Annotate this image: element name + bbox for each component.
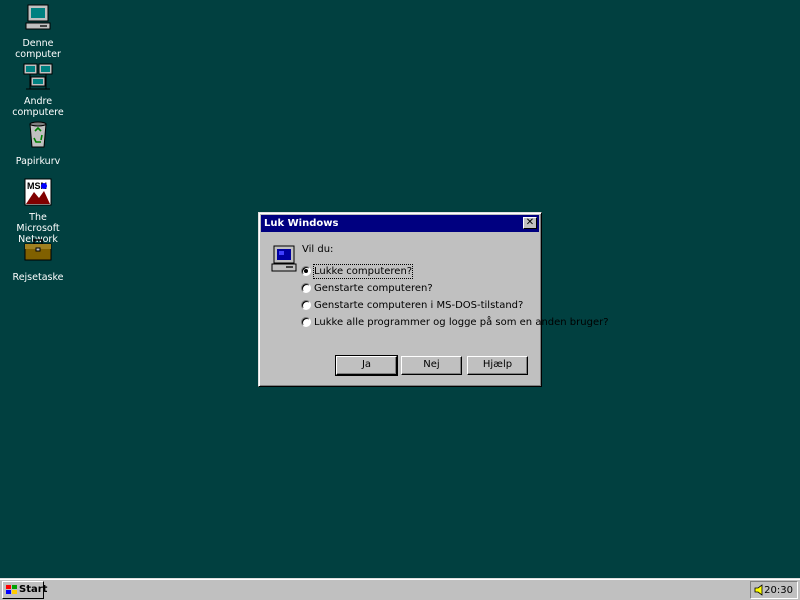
desktop-icon-label: Rejsetaske [12, 272, 64, 283]
close-button[interactable]: ✕ [523, 217, 537, 229]
desktop-icon-network[interactable]: Andre computere [0, 60, 76, 118]
radio-button[interactable] [301, 266, 311, 276]
radio-button[interactable] [301, 317, 311, 327]
desktop-icon-my-computer[interactable]: Denne computer [0, 2, 76, 60]
option-label: Genstarte computeren? [314, 283, 433, 294]
taskbar: Start 20:30 [0, 578, 800, 600]
shutdown-dialog: Luk Windows ✕ Vil du: Lukke computeren? … [258, 212, 609, 387]
desktop-icon-briefcase[interactable]: Rejsetaske [0, 234, 76, 283]
desktop-icon-label: Denne computer [15, 38, 61, 60]
option-label: Genstarte computeren i MS-DOS-tilstand? [314, 300, 524, 311]
dialog-prompt: Vil du: [302, 244, 334, 255]
start-label: Start [19, 584, 48, 595]
yes-button[interactable]: Ja [335, 355, 398, 376]
windows-logo-icon [6, 585, 17, 594]
no-button[interactable]: Nej [401, 356, 462, 375]
option-label: Lukke alle programmer og logge på som en… [314, 317, 609, 328]
my-computer-icon [25, 4, 51, 30]
desktop-icon-label: Papirkurv [15, 156, 61, 167]
dialog-titlebar[interactable]: Luk Windows ✕ [261, 215, 539, 232]
system-tray: 20:30 [750, 581, 798, 599]
msn-icon: MSN [24, 178, 52, 206]
shutdown-computer-icon [271, 245, 297, 272]
desktop-icon-label: Andre computere [12, 96, 64, 118]
option-label: Lukke computeren? [312, 264, 414, 279]
recycle-bin-icon [29, 121, 47, 148]
briefcase-icon [24, 239, 52, 261]
close-icon: ✕ [525, 217, 535, 228]
start-button[interactable]: Start [2, 581, 48, 599]
network-neighborhood-icon [23, 63, 53, 90]
desktop-icon-recycle-bin[interactable]: Papirkurv [0, 118, 76, 167]
help-button[interactable]: Hjælp [467, 356, 528, 375]
clock[interactable]: 20:30 [764, 584, 793, 597]
radio-button[interactable] [301, 300, 311, 310]
dialog-title: Luk Windows [264, 218, 339, 229]
radio-button[interactable] [301, 283, 311, 293]
